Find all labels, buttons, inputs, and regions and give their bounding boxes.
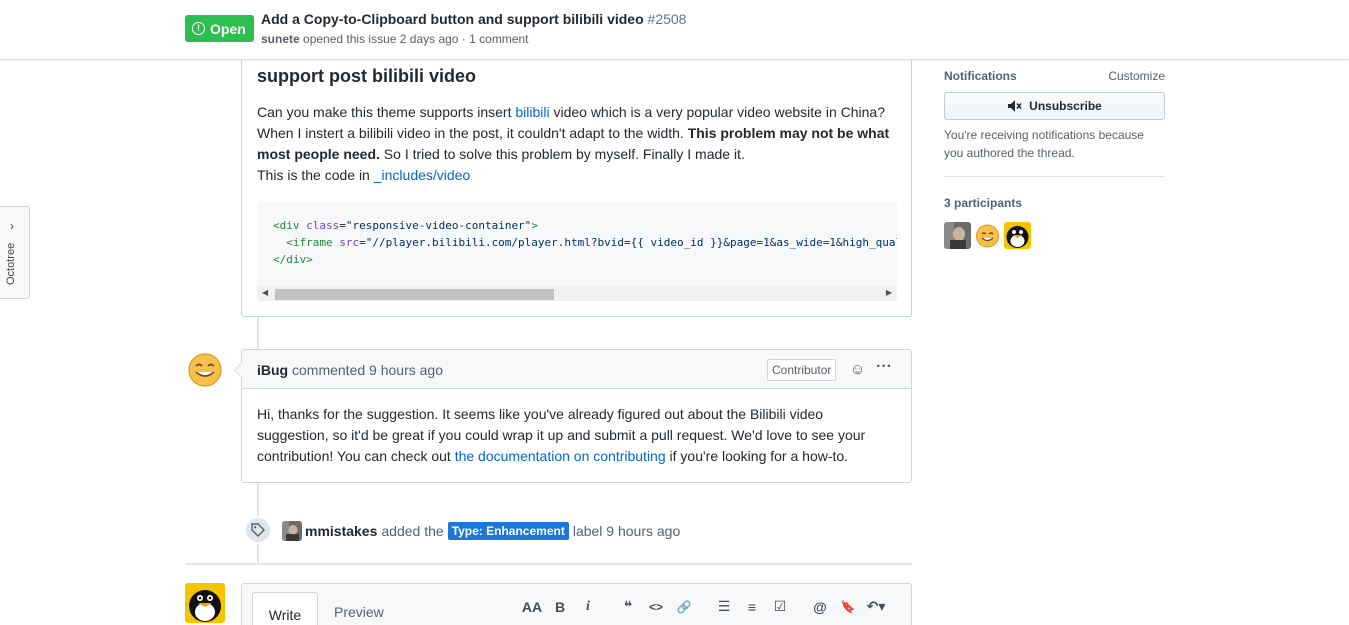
code-token: <iframe: [273, 236, 340, 249]
penguin-avatar-icon: [185, 583, 225, 623]
current-user-avatar[interactable]: [185, 583, 225, 623]
code-token: >: [531, 219, 538, 232]
scroll-left-icon[interactable]: ◀: [262, 288, 268, 297]
octotree-toggle[interactable]: › Octotree: [0, 206, 30, 299]
mention-icon[interactable]: @: [806, 599, 834, 615]
code-token: =: [339, 219, 346, 232]
description-heading: support post bilibili video: [257, 66, 476, 86]
smiley-avatar-icon: [188, 353, 222, 387]
code-token: <div: [273, 219, 307, 232]
bookmark-icon[interactable]: 🔖: [834, 600, 862, 614]
unordered-list-icon[interactable]: ☰: [710, 598, 738, 615]
text-run: This is the code in: [257, 167, 374, 183]
issue-title-text[interactable]: Add a Copy-to-Clipboard button and suppo…: [261, 11, 644, 27]
bold-icon[interactable]: B: [546, 599, 574, 615]
comment-action: commented: [288, 362, 370, 378]
issue-state-badge: ! Open: [185, 15, 254, 42]
includes-video-link[interactable]: _includes/video: [374, 167, 471, 183]
label-type-enhancement[interactable]: Type: Enhancement: [447, 522, 569, 540]
comment-author-line: iBug commented 9 hours ago: [257, 362, 443, 378]
notifications-title: Notifications: [944, 69, 1017, 83]
issue-state-label: Open: [210, 20, 246, 37]
participant-avatar[interactable]: [944, 222, 971, 249]
tag-icon: [244, 516, 272, 544]
kebab-menu-icon[interactable]: ···: [876, 358, 892, 376]
text-run: So I tried to solve this problem by myse…: [379, 146, 745, 162]
code-scrollbar[interactable]: ◀ ▶: [257, 286, 897, 301]
tag-glyph: [251, 523, 265, 537]
event-actor-link[interactable]: mmistakes: [305, 523, 377, 539]
comment-author-link[interactable]: iBug: [257, 362, 288, 378]
participant-avatar[interactable]: [1004, 222, 1031, 249]
tab-preview[interactable]: Preview: [334, 604, 384, 620]
unsubscribe-label: Unsubscribe: [1029, 99, 1102, 113]
code-block: <div class="responsive-video-container">…: [257, 201, 897, 301]
code-token: src: [339, 236, 360, 249]
markdown-toolbar: AA B i ❝ <> 🔗 ☰ ≡ ☑ @ 🔖 ↶▾: [518, 598, 890, 615]
issue-author-link[interactable]: sunete: [261, 32, 300, 46]
participants-heading: 3 participants: [944, 196, 1023, 210]
text-run: Can you make this theme supports insert: [257, 104, 516, 120]
event-text: label 9 hours ago: [572, 523, 681, 539]
code-token: </div>: [273, 253, 313, 266]
comment-ibug: iBug commented 9 hours ago Contributor ☺…: [234, 349, 912, 483]
code-token: =: [359, 236, 366, 249]
issue-meta-text: opened this issue 2 days ago · 1 comment: [303, 32, 529, 46]
task-list-icon[interactable]: ☑: [766, 598, 794, 615]
issue-meta: sunete opened this issue 2 days ago · 1 …: [261, 32, 529, 46]
comment-time-link[interactable]: 9 hours ago: [369, 362, 443, 378]
participant-avatar[interactable]: [974, 222, 1001, 249]
scroll-right-icon[interactable]: ▶: [886, 288, 892, 297]
quote-icon[interactable]: ❝: [614, 598, 642, 615]
issue-number: #2508: [647, 11, 687, 27]
text-run: When I instert a bilibili video in the p…: [257, 125, 688, 141]
ibug-avatar[interactable]: [186, 350, 224, 388]
issue-opened-icon: !: [192, 22, 205, 35]
heading-icon[interactable]: AA: [518, 599, 546, 615]
octotree-label: Octotree: [5, 242, 17, 285]
code-token: "//player.bilibili.com/player.html?bvid=…: [365, 236, 897, 249]
italic-icon[interactable]: i: [574, 599, 602, 615]
timeline-line: [257, 317, 259, 349]
issue-title[interactable]: Add a Copy-to-Clipboard button and suppo…: [261, 11, 686, 27]
customize-link[interactable]: Customize: [1108, 69, 1165, 83]
unsubscribe-button[interactable]: Unsubscribe: [944, 92, 1165, 120]
event-text: added the: [381, 523, 444, 539]
mmistakes-avatar[interactable]: [282, 521, 302, 541]
description-text: Can you make this theme supports insert …: [257, 102, 907, 186]
tab-write[interactable]: Write: [252, 592, 318, 625]
reply-icon[interactable]: ↶▾: [862, 598, 890, 615]
mute-icon: [1008, 100, 1022, 112]
scrollbar-thumb[interactable]: [275, 289, 554, 300]
comment-header: iBug commented 9 hours ago Contributor ☺…: [242, 350, 911, 389]
ordered-list-icon[interactable]: ≡: [738, 599, 766, 615]
label-event-text: mmistakes added the Type: Enhancement la…: [305, 522, 680, 540]
avatar-photo-icon: [282, 521, 302, 541]
avatar-photo-icon: [944, 222, 971, 249]
smiley-avatar-icon: [976, 224, 999, 248]
code-token: class: [306, 219, 340, 232]
notifications-heading: Notifications Customize: [944, 69, 1165, 83]
text-run: if you're looking for a how-to.: [665, 448, 849, 464]
penguin-avatar-icon: [1004, 222, 1031, 249]
contributing-docs-link[interactable]: the documentation on contributing: [455, 448, 666, 464]
code-icon[interactable]: <>: [642, 600, 670, 614]
chevron-right-icon: ›: [10, 219, 14, 233]
add-reaction-icon[interactable]: ☺: [850, 361, 865, 378]
link-icon[interactable]: 🔗: [670, 600, 698, 614]
text-run: video which is a very popular video webs…: [549, 104, 885, 120]
timeline-separator: [185, 563, 912, 565]
new-comment-form: Write Preview AA B i ❝ <> 🔗 ☰ ≡ ☑ @ 🔖 ↶▾: [241, 583, 912, 625]
sticky-issue-header: ! Open Add a Copy-to-Clipboard button an…: [0, 0, 1349, 60]
sidebar-divider: [944, 176, 1165, 177]
comment-body: Hi, thanks for the suggestion. It seems …: [257, 404, 897, 467]
code-token: "responsive-video-container": [345, 219, 532, 232]
notifications-reason: You're receiving notifications because y…: [944, 128, 1144, 160]
bilibili-link[interactable]: bilibili: [515, 104, 549, 120]
contributor-badge: Contributor: [767, 359, 837, 381]
issue-description: support post bilibili video Can you make…: [241, 40, 912, 317]
code-content: <div class="responsive-video-container">…: [273, 217, 897, 268]
